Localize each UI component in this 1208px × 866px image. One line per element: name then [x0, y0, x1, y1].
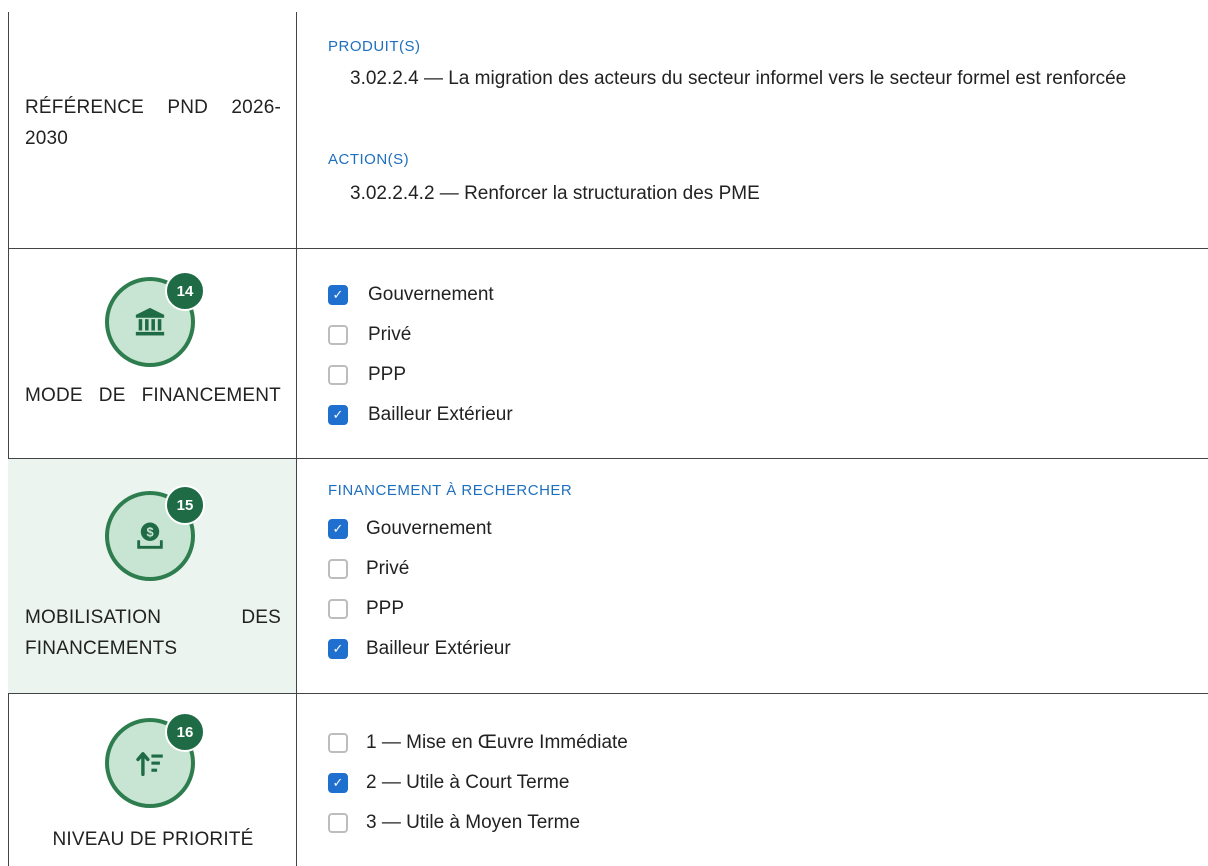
checkbox-checked[interactable]: ✓ [328, 405, 348, 425]
checkbox-label: 2 — Utile à Court Terme [366, 772, 570, 793]
row-content-cell: ✓ Gouvernement Privé PPP ✓ Bailleur Extérieur [328, 249, 1208, 458]
checkbox-unchecked[interactable] [328, 599, 348, 619]
checkbox-label: Bailleur Extérieur [368, 404, 513, 425]
section-title-actions: ACTION(S) [328, 151, 410, 168]
checkbox-option[interactable]: ✓ Gouvernement [328, 282, 494, 308]
checkbox-label: Bailleur Extérieur [366, 638, 511, 659]
row-label: MOBILISATION DES FINANCEMENTS [25, 607, 281, 659]
checkbox-unchecked[interactable] [328, 365, 348, 385]
checkbox-label: PPP [366, 598, 405, 619]
checkbox-label: 3 — Utile à Moyen Terme [366, 812, 581, 833]
checkbox-checked[interactable]: ✓ [328, 773, 348, 793]
checkbox-label: Gouvernement [366, 518, 492, 539]
checkbox-option[interactable]: ✓ Bailleur Extérieur [328, 402, 513, 428]
checkbox-unchecked[interactable] [328, 813, 348, 833]
checkbox-option[interactable]: 1 — Mise en Œuvre Immédiate [328, 730, 628, 756]
row-content-cell: 1 — Mise en Œuvre Immédiate ✓ 2 — Utile à … [328, 694, 1208, 866]
checkbox-label: PPP [368, 364, 407, 385]
step-badge: 14 [105, 271, 205, 373]
checkbox-unchecked[interactable] [328, 559, 348, 579]
checkmark-icon: ✓ [332, 775, 344, 790]
checkbox-label: Privé [366, 558, 410, 579]
checkbox-unchecked[interactable] [328, 733, 348, 753]
checkbox-unchecked[interactable] [328, 325, 348, 345]
row-label-cell: RÉFÉRENCE PND 2026-2030 [8, 12, 296, 248]
row-label-cell: $ 15 MOBILISATION DES FINANCEMENTS [8, 459, 296, 693]
row-label-cell: 16 NIVEAU DE PRIORITÉ [8, 694, 296, 866]
checkbox-option[interactable]: PPP [328, 596, 404, 622]
checkbox-option[interactable]: 3 — Utile à Moyen Terme [328, 810, 580, 836]
produit-text: 3.02.2.4 — La migration des acteurs du s… [350, 68, 1127, 89]
checkmark-icon: ✓ [332, 407, 344, 422]
section-title-financement: FINANCEMENT À RECHERCHER [328, 482, 573, 499]
section-title-produits: PRODUIT(S) [328, 38, 421, 55]
row-label: RÉFÉRENCE PND 2026-2030 [25, 97, 281, 149]
row-mobilisation: $ 15 MOBILISATION DES FINANCEMENTS FINAN… [8, 459, 1208, 694]
row-label: MODE DE FINANCEMENT [25, 385, 281, 406]
checkbox-checked[interactable]: ✓ [328, 519, 348, 539]
step-number-badge: 16 [165, 712, 205, 752]
step-number-badge: 14 [165, 271, 205, 311]
step-badge: $ 15 [105, 485, 205, 587]
checkbox-label: Privé [368, 324, 412, 345]
checkbox-label: Gouvernement [368, 284, 494, 305]
row-content-cell: FINANCEMENT À RECHERCHER ✓ Gouvernement Pr… [328, 459, 1208, 693]
row-content-cell: PRODUIT(S) 3.02.2.4 — La migration des a… [328, 12, 1208, 248]
row-niveau-priorite: 16 NIVEAU DE PRIORITÉ 1 — Mise en Œuvre … [8, 694, 1208, 866]
checkmark-icon: ✓ [332, 641, 344, 656]
step-badge: 16 [105, 712, 205, 814]
checkmark-icon: ✓ [332, 287, 344, 302]
checkbox-checked[interactable]: ✓ [328, 639, 348, 659]
checkbox-checked[interactable]: ✓ [328, 285, 348, 305]
checkbox-option[interactable]: ✓ 2 — Utile à Court Terme [328, 770, 569, 796]
checkbox-option[interactable]: ✓ Bailleur Extérieur [328, 636, 511, 662]
action-text: 3.02.2.4.2 — Renforcer la structuration … [350, 183, 760, 204]
step-number-badge: 15 [165, 485, 205, 525]
checkbox-label: 1 — Mise en Œuvre Immédiate [366, 732, 628, 753]
checkbox-option[interactable]: Privé [328, 556, 409, 582]
checkbox-option[interactable]: ✓ Gouvernement [328, 516, 492, 542]
checkbox-option[interactable]: PPP [328, 362, 406, 388]
checkmark-icon: ✓ [332, 521, 344, 536]
row-label: NIVEAU DE PRIORITÉ [52, 829, 254, 850]
row-reference-pnd: RÉFÉRENCE PND 2026-2030 PRODUIT(S) 3.02.… [8, 12, 1208, 249]
svg-text:$: $ [146, 524, 153, 539]
row-label-cell: 14 MODE DE FINANCEMENT [8, 249, 296, 458]
row-mode-financement: 14 MODE DE FINANCEMENT ✓ Gouvernement Priv… [8, 249, 1208, 459]
checkbox-option[interactable]: Privé [328, 322, 411, 348]
